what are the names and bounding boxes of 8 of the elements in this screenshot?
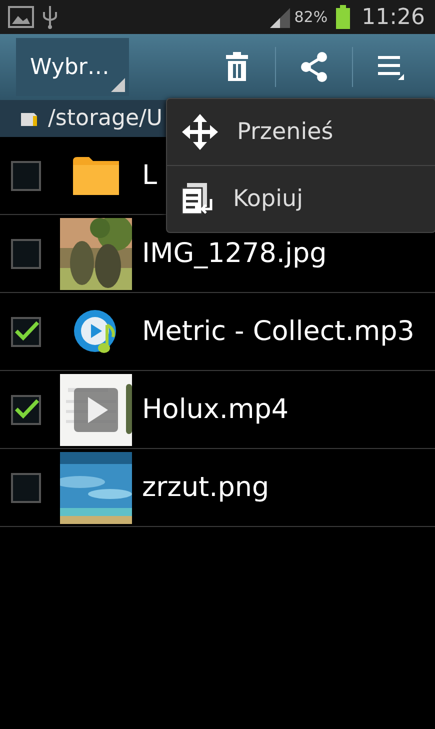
- battery-percent: 82%: [294, 8, 328, 26]
- file-name: Holux.mp4: [142, 394, 289, 425]
- file-name: IMG_1278.jpg: [142, 238, 327, 269]
- file-name: Metric - Collect.mp3: [142, 316, 414, 347]
- path-text: /storage/U: [48, 106, 163, 131]
- clock: 11:26: [362, 4, 425, 30]
- file-name: zrzut.png: [142, 472, 270, 503]
- file-name: L: [142, 160, 158, 191]
